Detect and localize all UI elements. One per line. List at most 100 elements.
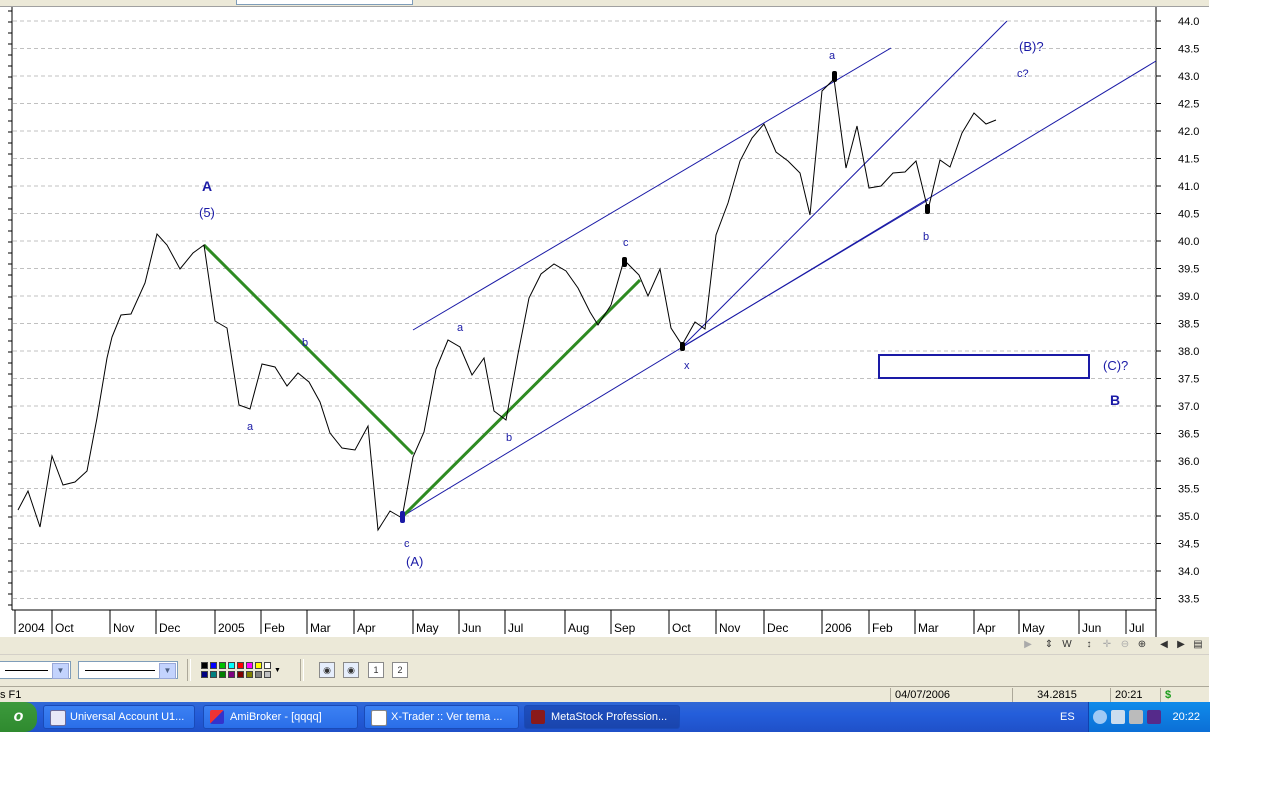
price-axis-label: 39.5	[1178, 264, 1199, 276]
price-axis-label: 33.5	[1178, 594, 1199, 606]
time-axis-label: Apr	[977, 621, 996, 635]
price-axis-label: 38.0	[1178, 346, 1199, 358]
time-axis-label: Feb	[264, 621, 285, 635]
palette-dropdown-icon: ▼	[274, 667, 281, 674]
amibroker-icon	[210, 710, 224, 724]
time-axis-label: Jun	[1082, 621, 1101, 635]
target-box[interactable]	[878, 354, 1090, 379]
line-style-select[interactable]: ▼	[0, 661, 71, 679]
layout-two-icon[interactable]: 2	[392, 662, 408, 678]
pan-icon[interactable]: ↕	[1081, 638, 1097, 652]
price-axis-label: 37.5	[1178, 374, 1199, 386]
price-line	[17, 77, 997, 532]
price-axis-label: 41.5	[1178, 154, 1199, 166]
chevron-down-icon[interactable]: ▼	[159, 663, 176, 679]
time-axis-label: Oct	[55, 621, 74, 635]
price-axis-label: 36.0	[1178, 456, 1199, 468]
wave-label-c1: c	[404, 538, 410, 550]
time-axis-label: Apr	[357, 621, 376, 635]
task-amibroker[interactable]: AmiBroker - [qqqq]	[203, 705, 358, 729]
scroll-left-icon[interactable]: ◀	[1156, 638, 1172, 652]
pivot-marker-b	[925, 204, 930, 214]
start-button[interactable]: o	[0, 702, 37, 732]
price-axis-label: 41.0	[1178, 181, 1199, 193]
account-app-icon	[50, 710, 66, 726]
time-axis-label: 2005	[218, 621, 245, 635]
time-axis-label: Jul	[1129, 621, 1144, 635]
time-axis-label: 2006	[825, 621, 852, 635]
pivot-marker-A	[400, 511, 405, 523]
price-axis-label: 40.0	[1178, 236, 1199, 248]
wave-label-b2: b	[506, 432, 512, 444]
wave-label-b3: b	[923, 231, 929, 243]
system-tray: 20:22	[1088, 702, 1210, 732]
scroll-right-icon[interactable]: ▶	[1173, 638, 1189, 652]
time-axis-label: May	[416, 621, 439, 635]
price-chart[interactable]: 44.0 43.5 43.0 42.5 42.0 41.5 41.0 40.5 40.0 39.5…	[0, 7, 1209, 637]
weekly-icon[interactable]: W	[1059, 638, 1075, 652]
browser-icon	[371, 710, 387, 726]
price-axis-label: 42.5	[1178, 99, 1199, 111]
status-bar: s F1 04/07/2006 34.2815 20:21 $	[0, 686, 1209, 703]
price-axis-label: 37.0	[1178, 401, 1199, 413]
price-axis-label: 43.0	[1178, 71, 1199, 83]
time-axis-label: Feb	[872, 621, 893, 635]
wave-label-c2: c	[623, 237, 629, 249]
time-axis-label: Sep	[614, 621, 636, 635]
pivot-marker-a	[832, 71, 837, 82]
layout-one-icon[interactable]: 1	[368, 662, 384, 678]
status-hint: s F1	[0, 689, 22, 701]
vertical-scale-icon[interactable]: ⇕	[1041, 638, 1057, 652]
task-label: Universal Account U1...	[70, 711, 185, 723]
price-axis-label: 36.5	[1178, 429, 1199, 441]
support-line[interactable]	[681, 199, 929, 348]
time-axis-label: Dec	[159, 621, 180, 635]
move-icon[interactable]: ✛	[1099, 638, 1115, 652]
price-axis-label: 35.5	[1178, 484, 1199, 496]
price-axis-label: 35.0	[1178, 511, 1199, 523]
task-metastock[interactable]: MetaStock Profession...	[524, 705, 680, 729]
computer-icon[interactable]	[1129, 710, 1143, 724]
time-axis-label: 2004	[18, 621, 45, 635]
resize-icon[interactable]: ▤	[1190, 638, 1206, 652]
chart-area[interactable]: 44.0 43.5 43.0 42.5 42.0 41.5 41.0 40.5 40.0 39.5…	[0, 7, 1209, 637]
scroll-left-disabled-icon: ▶	[1024, 639, 1032, 650]
language-indicator[interactable]: ES	[1060, 702, 1080, 732]
pivot-marker-x	[680, 342, 685, 351]
print-preview-icon[interactable]: ◉	[343, 662, 359, 678]
task-xtrader[interactable]: X-Trader :: Ver tema ...	[364, 705, 519, 729]
time-axis-label: May	[1022, 621, 1045, 635]
price-axis-label: 34.0	[1178, 566, 1199, 578]
line-weight-select[interactable]: ▼	[78, 661, 178, 679]
time-axis-label: Nov	[113, 621, 134, 635]
fan-line[interactable]	[681, 20, 1008, 348]
chevron-down-icon[interactable]: ▼	[52, 663, 69, 679]
color-palette[interactable]: ▼	[201, 662, 285, 680]
network-icon[interactable]	[1111, 710, 1125, 724]
price-axis-label: 43.5	[1178, 44, 1199, 56]
wave-label-5: (5)	[199, 205, 215, 220]
zoom-in-icon[interactable]: ⊕	[1134, 638, 1150, 652]
task-label: MetaStock Profession...	[551, 711, 668, 723]
time-axis-label: Jun	[462, 621, 481, 635]
show-hidden-icon[interactable]	[1093, 710, 1107, 724]
print-icon[interactable]: ◉	[319, 662, 335, 678]
price-axis-label: 38.5	[1178, 319, 1199, 331]
app-tray-icon[interactable]	[1147, 710, 1161, 724]
wave-label-c-question: c?	[1017, 68, 1029, 80]
toolbar-separator	[300, 659, 304, 681]
time-axis-label: Mar	[918, 621, 939, 635]
price-axis-label: 44.0	[1178, 16, 1199, 28]
zoom-out-icon[interactable]: ⊖	[1117, 638, 1133, 652]
down-trend-line[interactable]	[202, 243, 415, 456]
time-axis-label: Oct	[672, 621, 691, 635]
wave-label-C-question: (C)?	[1103, 358, 1128, 373]
task-label: AmiBroker - [qqqq]	[230, 711, 322, 723]
symbol-field[interactable]	[236, 0, 413, 5]
time-axis-label: Mar	[310, 621, 331, 635]
metastock-window: 44.0 43.5 43.0 42.5 42.0 41.5 41.0 40.5 40.0 39.5…	[0, 0, 1210, 732]
task-universal-account[interactable]: Universal Account U1...	[43, 705, 195, 729]
wave-label-B: B	[1110, 392, 1120, 408]
status-time: 20:21	[1110, 688, 1155, 702]
price-axis-label: 39.0	[1178, 291, 1199, 303]
